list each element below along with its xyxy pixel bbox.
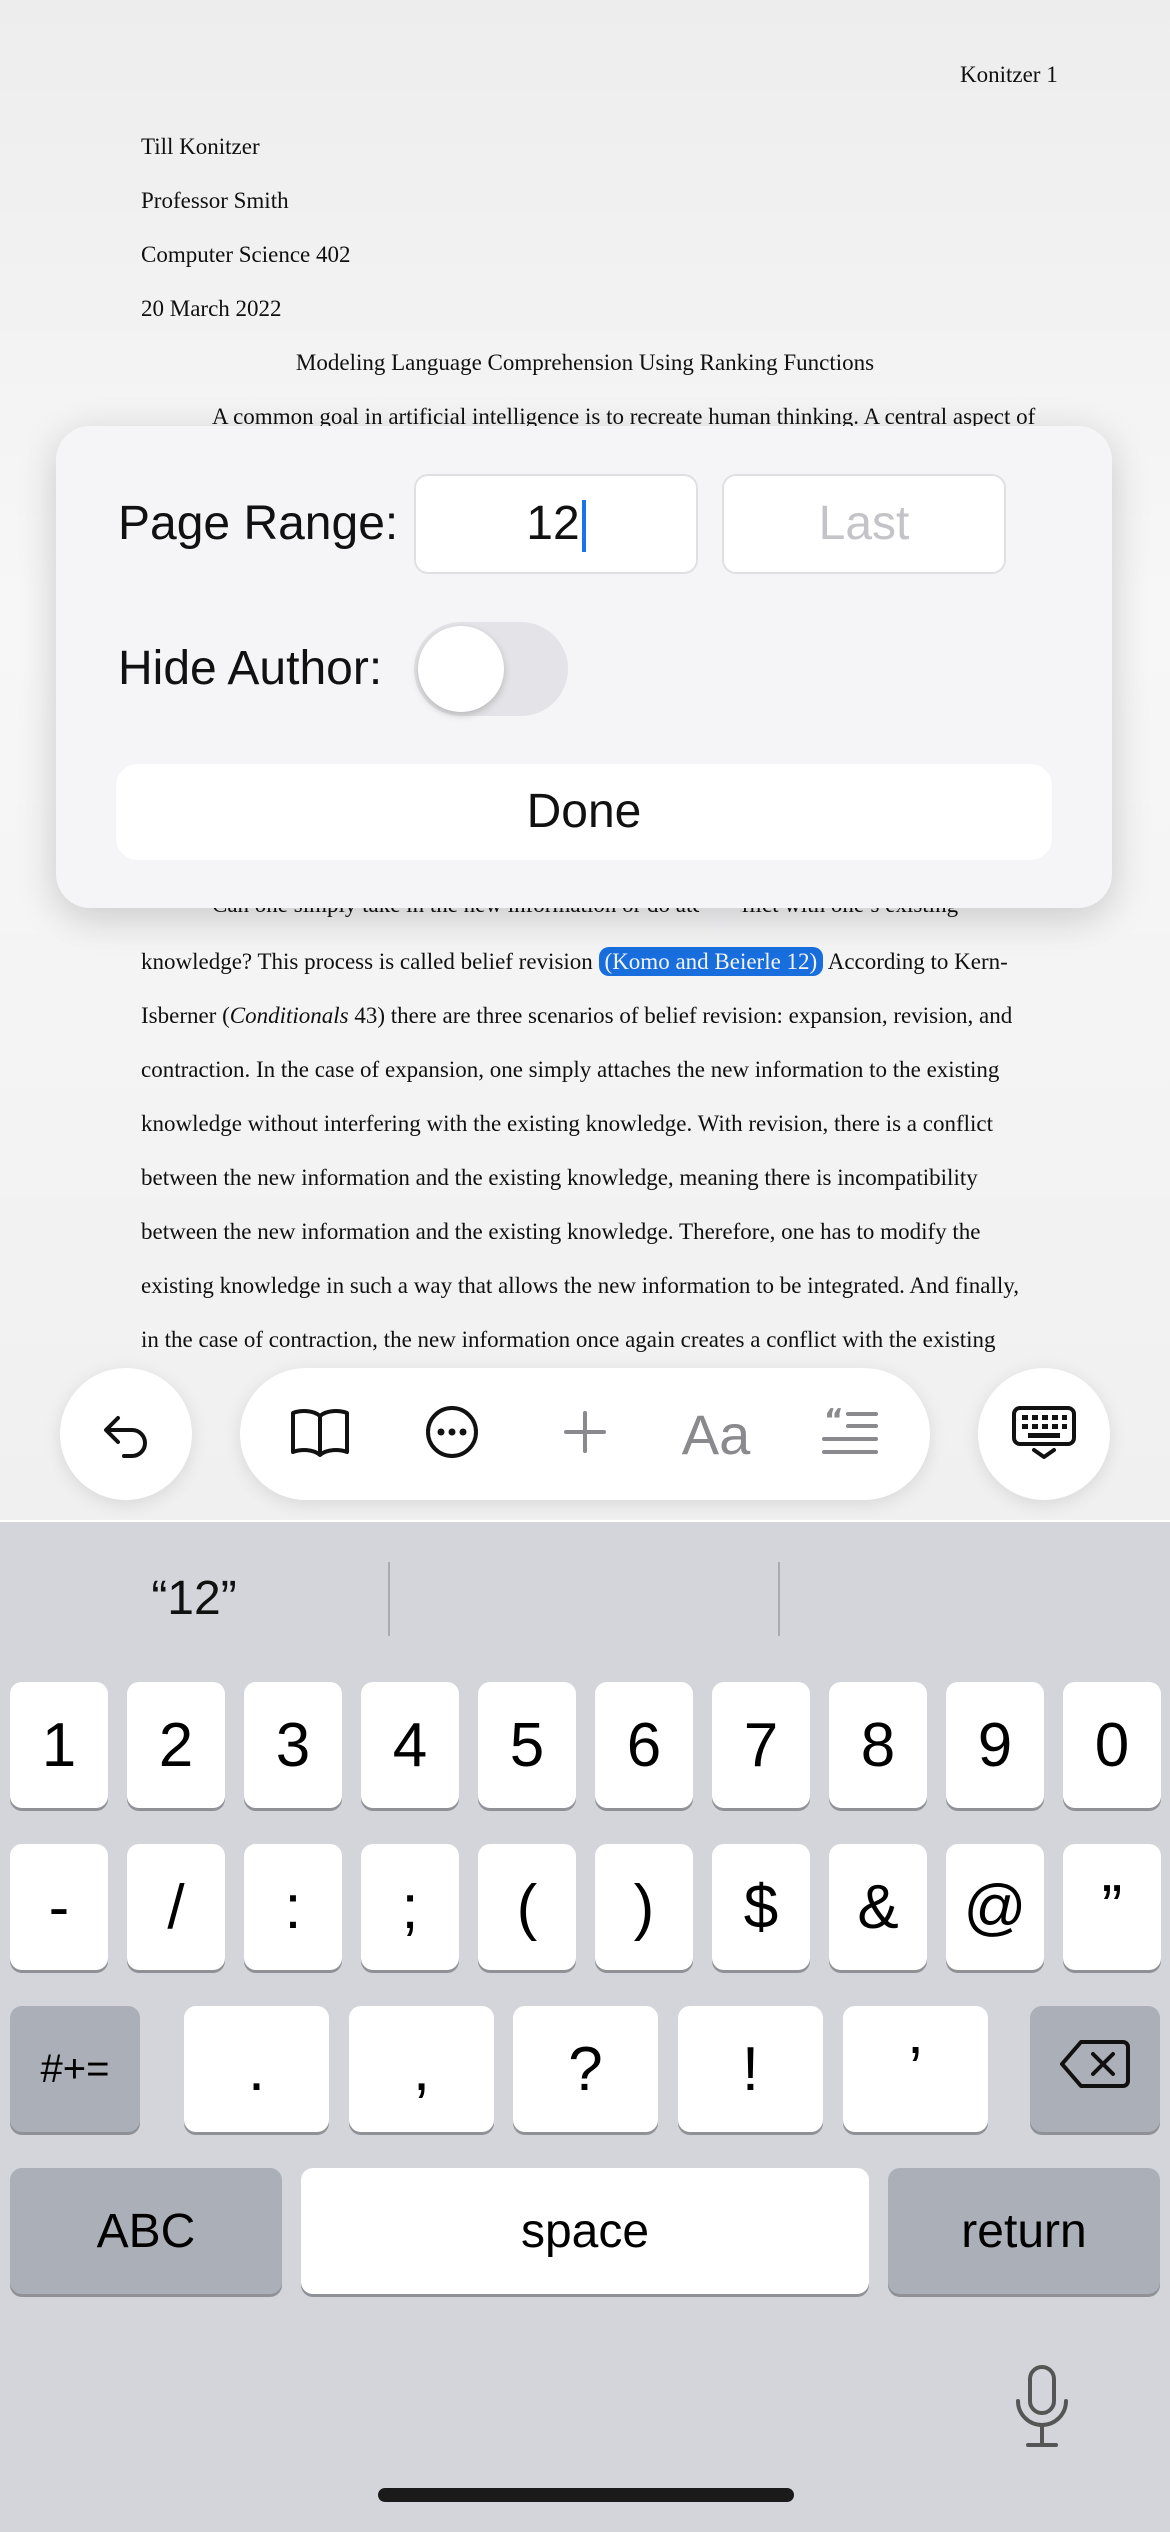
plus-icon [560,1407,610,1462]
document-date: 20 March 2022 [141,296,282,321]
key-exclamation[interactable]: ! [678,2006,823,2132]
key-4[interactable]: 4 [361,1682,459,1808]
book-button[interactable] [280,1368,360,1500]
suggestion-1[interactable]: “12” [0,1522,388,1674]
key-dollar[interactable]: $ [712,1844,810,1970]
font-format-button[interactable]: Aa [676,1368,756,1500]
key-comma[interactable]: , [349,2006,494,2132]
text-run: 43) there are three scenarios of belief … [348,1003,1013,1028]
key-6[interactable]: 6 [595,1682,693,1808]
text-run: According to Kern- [827,949,1008,974]
hide-author-label: Hide Author: [118,642,383,695]
ellipsis-circle-icon [424,1404,480,1465]
return-key[interactable]: return [888,2168,1160,2294]
key-3[interactable]: 3 [244,1682,342,1808]
key-period[interactable]: . [184,2006,329,2132]
hide-keyboard-button[interactable] [978,1368,1110,1500]
paragraph-line: between the new information and the exis… [141,1165,978,1190]
key-question[interactable]: ? [513,2006,658,2132]
key-colon[interactable]: : [244,1844,342,1970]
key-apostrophe[interactable]: ’ [843,2006,988,2132]
book-icon [289,1406,351,1463]
key-7[interactable]: 7 [712,1682,810,1808]
space-key[interactable]: space [301,2168,869,2294]
text-caret [581,500,586,553]
course-name: Computer Science 402 [141,242,351,267]
done-button[interactable]: Done [116,764,1052,860]
paragraph-line: in the case of contraction, the new info… [141,1327,996,1352]
page-header: Konitzer 1 [960,62,1058,87]
home-indicator [378,2488,794,2502]
key-at[interactable]: @ [946,1844,1044,1970]
key-quote[interactable]: ” [1063,1844,1161,1970]
paragraph-line: knowledge? This process is called belief… [141,947,1008,977]
text-run: Isberner ( [141,1003,230,1028]
abc-key[interactable]: ABC [10,2168,282,2294]
key-open-paren[interactable]: ( [478,1844,576,1970]
page-range-start-field[interactable]: 12 [414,474,698,574]
text-run: knowledge? This process is called belief… [141,949,593,974]
page-range-end-field[interactable]: Last [722,474,1006,574]
suggestion-3[interactable] [780,1522,1168,1674]
key-0[interactable]: 0 [1063,1682,1161,1808]
paragraph-line: between the new information and the exis… [141,1219,981,1244]
citation-popover: Page Range: 12 Last Hide Author: Done [56,426,1112,908]
key-hyphen[interactable]: - [10,1844,108,1970]
key-slash[interactable]: / [127,1844,225,1970]
document-title: Modeling Language Comprehension Using Ra… [295,350,875,375]
key-9[interactable]: 9 [946,1682,1044,1808]
paragraph-line: knowledge without interfering with the e… [141,1111,994,1136]
italic-title: Conditionals [229,1003,349,1028]
svg-text:“: “ [824,1406,844,1438]
page-range-label: Page Range: [118,497,399,550]
key-8[interactable]: 8 [829,1682,927,1808]
key-semicolon[interactable]: ; [361,1844,459,1970]
add-button[interactable] [545,1368,625,1500]
paragraph-line: existing knowledge in such a way that al… [141,1273,1020,1298]
symbols-shift-key[interactable]: #+= [10,2006,140,2132]
microphone-icon [1012,2363,1072,2458]
citation-button[interactable]: “ [810,1368,890,1500]
paragraph-line: Isberner (Conditionals 43) there are thr… [141,1001,1012,1031]
keyboard-dismiss-icon [1012,1404,1076,1465]
paragraph-line: contraction. In the case of expansion, o… [141,1057,1000,1082]
undo-arrow-icon [98,1404,154,1465]
professor-name: Professor Smith [141,188,289,213]
more-button[interactable] [412,1368,492,1500]
toggle-knob [418,626,504,712]
key-2[interactable]: 2 [127,1682,225,1808]
quote-list-icon: “ [822,1403,878,1463]
dictation-button[interactable] [1004,2360,1080,2460]
undo-button[interactable] [60,1368,192,1500]
delete-key[interactable] [1030,2006,1160,2132]
backspace-icon [1059,2034,1131,2105]
selected-citation[interactable]: (Komo and Beierle 12) [598,947,824,976]
page-range-start-value: 12 [526,497,580,550]
key-close-paren[interactable]: ) [595,1844,693,1970]
key-1[interactable]: 1 [10,1682,108,1808]
hide-author-toggle[interactable] [414,622,568,716]
key-ampersand[interactable]: & [829,1844,927,1970]
author-name: Till Konitzer [141,134,260,159]
editing-toolbar: Aa “ [240,1368,930,1500]
keyboard: “12” 1 2 3 4 5 6 7 8 9 0 - / : ; ( ) $ &… [0,1522,1170,2532]
key-5[interactable]: 5 [478,1682,576,1808]
suggestion-2[interactable] [390,1522,778,1674]
